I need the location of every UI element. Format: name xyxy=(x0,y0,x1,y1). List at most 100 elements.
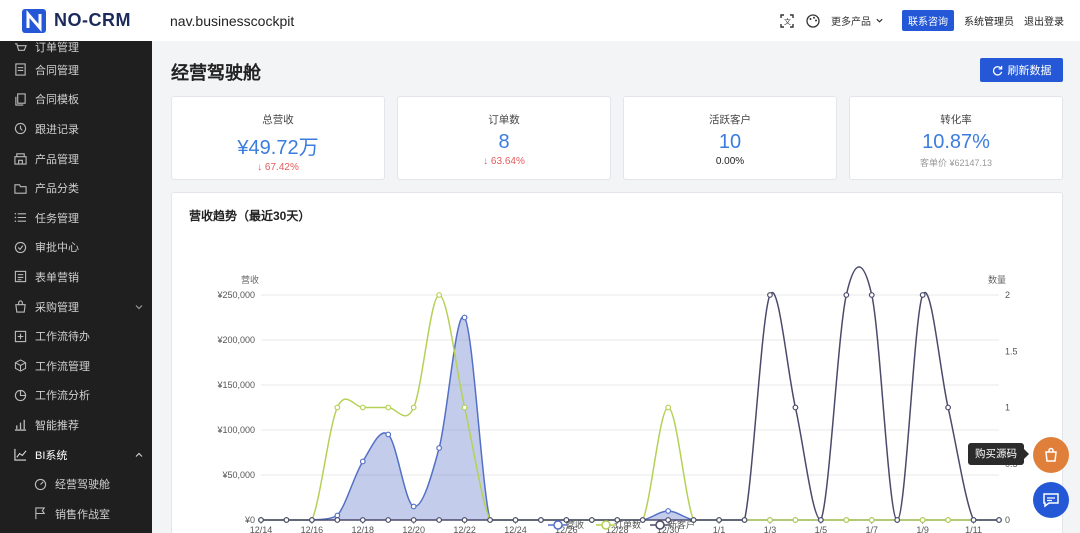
legend-marker xyxy=(655,520,665,530)
y-tick-left: ¥100,000 xyxy=(216,425,255,435)
series-1-point xyxy=(945,517,952,523)
form-icon xyxy=(14,271,27,283)
series-2-point xyxy=(945,404,952,411)
series-1-point xyxy=(843,517,850,523)
sidebar-item-label: 产品分类 xyxy=(35,183,79,196)
sidebar-item-business-cockpit[interactable]: 经营驾驶舱 xyxy=(0,469,152,499)
x-tick-label: 12/20 xyxy=(402,525,425,533)
sidebar-item-workflow-todo[interactable]: 工作流待办 xyxy=(0,321,152,351)
series-0-point xyxy=(359,458,366,465)
series-2-point xyxy=(334,517,341,523)
sidebar-item-label: 表单营销 xyxy=(35,271,79,284)
x-tick-label: 1/11 xyxy=(965,525,982,533)
folder-icon xyxy=(14,183,27,194)
sidebar-item-products[interactable]: 产品管理 xyxy=(0,144,152,174)
buy-source-tooltip: 购买源码 xyxy=(968,443,1029,465)
refresh-data-button[interactable]: 刷新数据 xyxy=(980,58,1063,82)
y-tick-right: 1 xyxy=(1005,403,1010,413)
sidebar-item-tasks[interactable]: 任务管理 xyxy=(0,203,152,233)
refresh-data-label: 刷新数据 xyxy=(1007,65,1052,77)
series-0-point xyxy=(385,431,392,438)
x-tick-label: 12/22 xyxy=(453,525,476,533)
series-2-point xyxy=(487,517,493,523)
logo[interactable]: NO-CRM xyxy=(0,7,152,35)
contact-button[interactable]: 联系咨询 xyxy=(902,10,954,31)
series-2-point xyxy=(436,517,443,523)
kpi-card-revenue: 总营收 ¥49.72万 ↓ 67.42% xyxy=(171,96,385,180)
sidebar-item-contract-templates[interactable]: 合同模板 xyxy=(0,85,152,115)
kpi-value: 10 xyxy=(718,131,742,153)
top-actions: 文 更多产品 联系咨询 系统管理员 退出登录 xyxy=(779,0,1064,41)
kpi-card-active-customers: 活跃客户 10 0.00% xyxy=(623,96,837,180)
sidebar-item-form-marketing[interactable]: 表单营销 xyxy=(0,262,152,292)
legend-label: 营收 xyxy=(566,519,584,530)
series-2-point xyxy=(359,517,366,523)
sidebar-item-followups[interactable]: 跟进记录 xyxy=(0,114,152,144)
logout-link[interactable]: 退出登录 xyxy=(1024,13,1064,28)
list-icon xyxy=(14,213,27,223)
series-2-point xyxy=(538,517,544,523)
kpi-value: 8 xyxy=(498,131,510,153)
flag-icon xyxy=(35,507,46,520)
sidebar-item-label: 工作流管理 xyxy=(35,360,90,373)
series-2-point xyxy=(817,517,824,523)
series-2-point xyxy=(410,517,417,523)
sidebar-item-label: 订单管理 xyxy=(35,42,79,54)
bar-icon xyxy=(14,420,27,432)
sidebar-item-label: 合同管理 xyxy=(35,64,79,77)
add-box-icon xyxy=(14,330,27,342)
kpi-change: ↓ 67.42% xyxy=(257,162,299,173)
y-tick-right: 0 xyxy=(1005,515,1010,525)
series-1-point xyxy=(919,517,926,523)
sidebar-item-contracts[interactable]: 合同管理 xyxy=(0,55,152,85)
buy-source-button[interactable] xyxy=(1033,437,1069,473)
x-tick-label: 12/18 xyxy=(352,525,375,533)
sidebar-item-orders[interactable]: 订单管理 xyxy=(0,41,152,55)
x-tick-label: 12/16 xyxy=(301,525,324,533)
x-tick-label: 1/9 xyxy=(916,525,929,533)
series-2-point xyxy=(385,517,392,523)
pie-icon xyxy=(14,389,27,401)
page-url: nav.businesscockpit xyxy=(170,12,295,29)
sidebar-item-approvals[interactable]: 审批中心 xyxy=(0,233,152,263)
sidebar-item-sales-war-room[interactable]: 销售作战室 xyxy=(0,499,152,529)
sidebar-item-label: 审批中心 xyxy=(35,242,79,255)
y-axis-right-title: 数量 xyxy=(988,274,1006,285)
series-2-point xyxy=(868,292,875,298)
contract-icon xyxy=(15,63,26,76)
logo-icon xyxy=(22,8,46,33)
fullscreen-icon[interactable]: 文 xyxy=(779,13,795,29)
series-1-point xyxy=(461,404,468,411)
series-0-point xyxy=(410,503,417,510)
sidebar-item-workflow-analysis[interactable]: 工作流分析 xyxy=(0,381,152,411)
sidebar-item-bi[interactable]: BI系统 xyxy=(0,440,152,470)
legend-marker xyxy=(553,520,563,530)
chat-button[interactable] xyxy=(1033,482,1069,518)
user-name[interactable]: 系统管理员 xyxy=(964,13,1014,28)
series-2-point xyxy=(741,517,748,523)
y-tick-left: ¥0 xyxy=(244,515,255,525)
kpi-change: 0.00% xyxy=(715,156,745,167)
sidebar-item-label: 工作流待办 xyxy=(35,331,90,344)
palette-icon[interactable] xyxy=(805,13,821,29)
x-tick-label: 1/3 xyxy=(764,525,777,533)
sidebar-item-label: 工作流分析 xyxy=(35,390,90,403)
kpi-change: ↓ 63.64% xyxy=(483,156,525,167)
sidebar-item-product-categories[interactable]: 产品分类 xyxy=(0,173,152,203)
main-content: 经营驾驶舱 刷新数据 总营收 ¥49.72万 ↓ 67.42% 订单数 8 ↓ … xyxy=(152,41,1080,533)
series-1-point xyxy=(665,404,672,411)
x-tick-label: 12/24 xyxy=(504,525,527,533)
series-1-point xyxy=(868,517,875,523)
more-products-dropdown[interactable]: 更多产品 xyxy=(831,13,884,28)
legend-marker xyxy=(601,520,611,530)
series-0-point xyxy=(461,314,468,321)
sidebar-item-smart-recommend[interactable]: 智能推荐 xyxy=(0,410,152,440)
series-2-point xyxy=(767,292,773,298)
y-tick-left: ¥150,000 xyxy=(216,380,255,390)
sidebar-item-purchasing[interactable]: 采购管理 xyxy=(0,292,152,322)
logo-text: NO-CRM xyxy=(54,10,131,30)
x-tick-label: 1/1 xyxy=(713,525,726,533)
sidebar-item-workflow-manage[interactable]: 工作流管理 xyxy=(0,351,152,381)
y-tick-left: ¥200,000 xyxy=(216,335,255,345)
series-2-point xyxy=(588,517,595,523)
